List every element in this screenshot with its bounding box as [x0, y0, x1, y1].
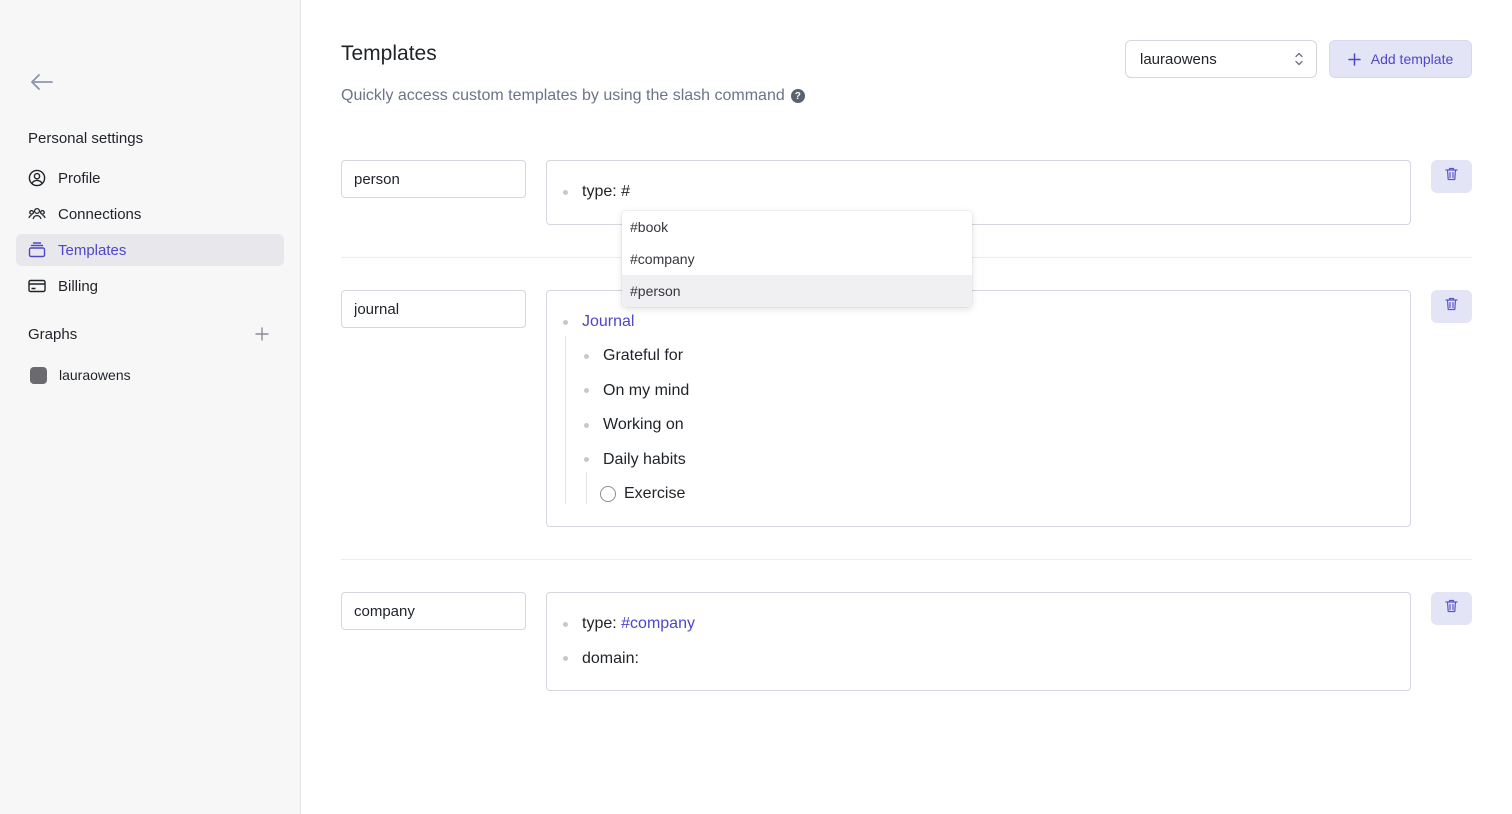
template-line[interactable]: Working on — [603, 413, 684, 437]
sidebar-item-templates[interactable]: Templates — [16, 234, 284, 266]
add-template-label: Add template — [1370, 51, 1454, 67]
bullet-icon — [563, 320, 568, 325]
help-icon[interactable]: ? — [790, 89, 805, 103]
personal-settings-heading: Personal settings — [28, 130, 144, 147]
credit-card-icon — [28, 277, 46, 295]
bullet-icon — [563, 656, 568, 661]
bullet-icon — [584, 354, 589, 359]
plus-icon — [1348, 52, 1361, 66]
graph-swatch — [30, 366, 47, 384]
delete-template-button[interactable] — [1431, 592, 1472, 625]
template-line[interactable]: type: #company — [582, 612, 695, 636]
graph-select[interactable]: lauraowens — [1125, 40, 1317, 78]
template-name-input[interactable] — [341, 160, 526, 198]
sidebar: Personal settings Profile Connections Te… — [0, 0, 301, 814]
sidebar-item-label: Billing — [58, 277, 99, 295]
dropdown-option-book[interactable]: #book — [622, 211, 972, 243]
template-name-input[interactable] — [341, 592, 526, 630]
bullet-icon — [584, 388, 589, 393]
checkbox-circle[interactable] — [600, 486, 616, 502]
users-icon — [28, 205, 46, 223]
sidebar-graph-item[interactable]: lauraowens — [28, 362, 131, 388]
template-line[interactable]: domain: — [582, 647, 639, 671]
trash-icon — [1445, 167, 1458, 186]
settings-nav: Profile Connections Templates Billing — [16, 162, 284, 306]
page-title: Templates — [341, 42, 437, 65]
page-subtitle: Quickly access custom templates by using… — [341, 87, 805, 105]
divider — [341, 559, 1472, 560]
bullet-icon — [584, 457, 589, 462]
tag-autocomplete-dropdown: #book #company #person — [622, 211, 972, 307]
template-line[interactable]: type: # — [582, 180, 630, 204]
todo-label: Exercise — [624, 485, 686, 502]
user-circle-icon — [28, 169, 46, 187]
bullet-icon — [563, 622, 568, 627]
sidebar-item-billing[interactable]: Billing — [16, 270, 284, 302]
sidebar-item-label: Profile — [58, 169, 101, 187]
bullet-icon — [584, 423, 589, 428]
journal-link[interactable]: Journal — [582, 310, 634, 334]
line-key: type: — [582, 183, 617, 200]
template-editor[interactable] — [546, 592, 1411, 691]
line-value: # — [616, 183, 631, 200]
delete-template-button[interactable] — [1431, 160, 1472, 193]
sidebar-item-label: Connections — [58, 205, 142, 223]
indent-thread — [565, 336, 566, 504]
back-arrow-icon[interactable] — [28, 68, 56, 96]
todo-item[interactable]: Exercise — [600, 482, 685, 506]
template-line[interactable]: Grateful for — [603, 344, 683, 368]
company-tag-link[interactable]: #company — [621, 615, 695, 633]
graph-select-value: lauraowens — [1140, 50, 1217, 68]
indent-thread — [586, 472, 587, 504]
template-name-input[interactable] — [341, 290, 526, 328]
subtitle-text: Quickly access custom templates by using… — [341, 87, 785, 104]
chevron-updown-icon — [1294, 51, 1304, 71]
graph-label: lauraowens — [59, 367, 131, 383]
graphs-heading: Graphs — [28, 326, 78, 343]
sidebar-item-label: Templates — [58, 241, 127, 259]
sidebar-item-connections[interactable]: Connections — [16, 198, 284, 230]
trash-icon — [1445, 599, 1458, 618]
line-key: type: — [582, 615, 617, 632]
template-line[interactable]: On my mind — [603, 379, 689, 403]
delete-template-button[interactable] — [1431, 290, 1472, 323]
add-graph-plus-icon[interactable] — [252, 324, 272, 344]
trash-icon — [1445, 297, 1458, 316]
dropdown-option-company[interactable]: #company — [622, 243, 972, 275]
add-template-button[interactable]: Add template — [1329, 40, 1472, 78]
stack-icon — [28, 241, 46, 259]
dropdown-option-person[interactable]: #person — [622, 275, 972, 307]
template-line[interactable]: Daily habits — [603, 448, 686, 472]
sidebar-item-profile[interactable]: Profile — [16, 162, 284, 194]
bullet-icon — [563, 190, 568, 195]
